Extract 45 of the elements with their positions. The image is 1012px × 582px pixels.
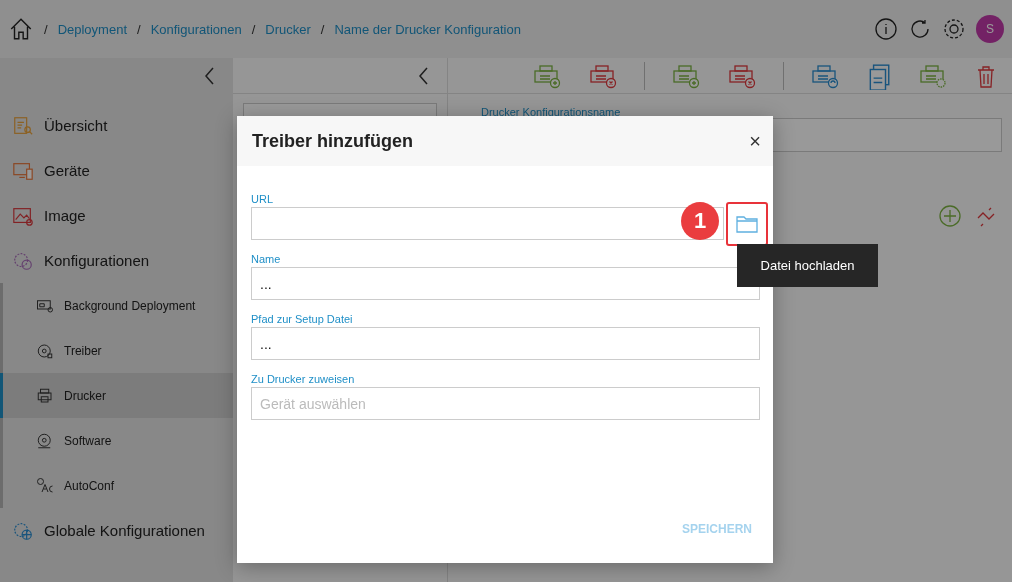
printer-gear-icon	[918, 62, 948, 89]
sidebar-item[interactable]: Image	[0, 193, 233, 238]
sidebar-subitem[interactable]: AutoConf	[0, 463, 233, 508]
sidebar-subitem[interactable]: Background Deployment	[0, 283, 233, 328]
dialog-title: Treiber hinzufügen	[252, 130, 413, 152]
refresh-icon	[908, 17, 932, 41]
back-icon	[417, 65, 431, 86]
disc-icon	[36, 431, 54, 450]
settings-icon	[942, 17, 966, 41]
field-label: URL	[251, 193, 274, 205]
sidebar-subitem[interactable]: Drucker	[0, 373, 233, 418]
printer-icon	[810, 62, 840, 89]
tooltip: Datei hochladen	[737, 244, 878, 287]
sidebar-item[interactable]: Konfigurationen	[0, 238, 233, 283]
upload-button[interactable]	[726, 201, 768, 246]
printer-plus-icon	[671, 62, 701, 89]
breadcrumb-separator: /	[320, 21, 325, 37]
sidebar-subitem[interactable]: Treiber	[0, 328, 233, 373]
printer-x-icon	[588, 62, 618, 89]
folder-icon	[736, 214, 758, 233]
breadcrumb-separator: /	[44, 21, 48, 37]
text-field[interactable]: ...	[251, 267, 760, 300]
printer-x-icon	[727, 62, 757, 89]
disc-icon	[36, 341, 54, 360]
field-label: Zu Drucker zuweisen	[251, 373, 356, 385]
breadcrumb-separator: /	[251, 21, 256, 37]
info-icon	[874, 17, 898, 41]
document-search-icon	[12, 114, 34, 137]
home-icon	[8, 16, 34, 42]
sidebar-subitem[interactable]: Software	[0, 418, 233, 463]
field-label: Drucker Konfigurationsname	[481, 106, 622, 118]
sidebar-item[interactable]: Übersicht	[0, 103, 233, 148]
user-avatar[interactable]: S	[976, 15, 1004, 43]
add-icon	[938, 204, 962, 228]
device-select[interactable]: Gerät auswählen	[251, 387, 760, 420]
close-button[interactable]: ×	[745, 129, 765, 153]
printer-icon	[36, 386, 54, 405]
field-label: Name	[251, 253, 282, 265]
field-label: Pfad zur Setup Datei	[251, 313, 354, 325]
collapse-icon	[203, 65, 217, 86]
sidebar-item[interactable]: Globale Konfigurationen	[0, 508, 233, 553]
text-field[interactable]: ...	[251, 327, 760, 360]
breadcrumb-separator: /	[137, 21, 141, 37]
printer-plus-icon	[532, 62, 562, 89]
sidebar-item[interactable]: Geräte	[0, 148, 233, 193]
